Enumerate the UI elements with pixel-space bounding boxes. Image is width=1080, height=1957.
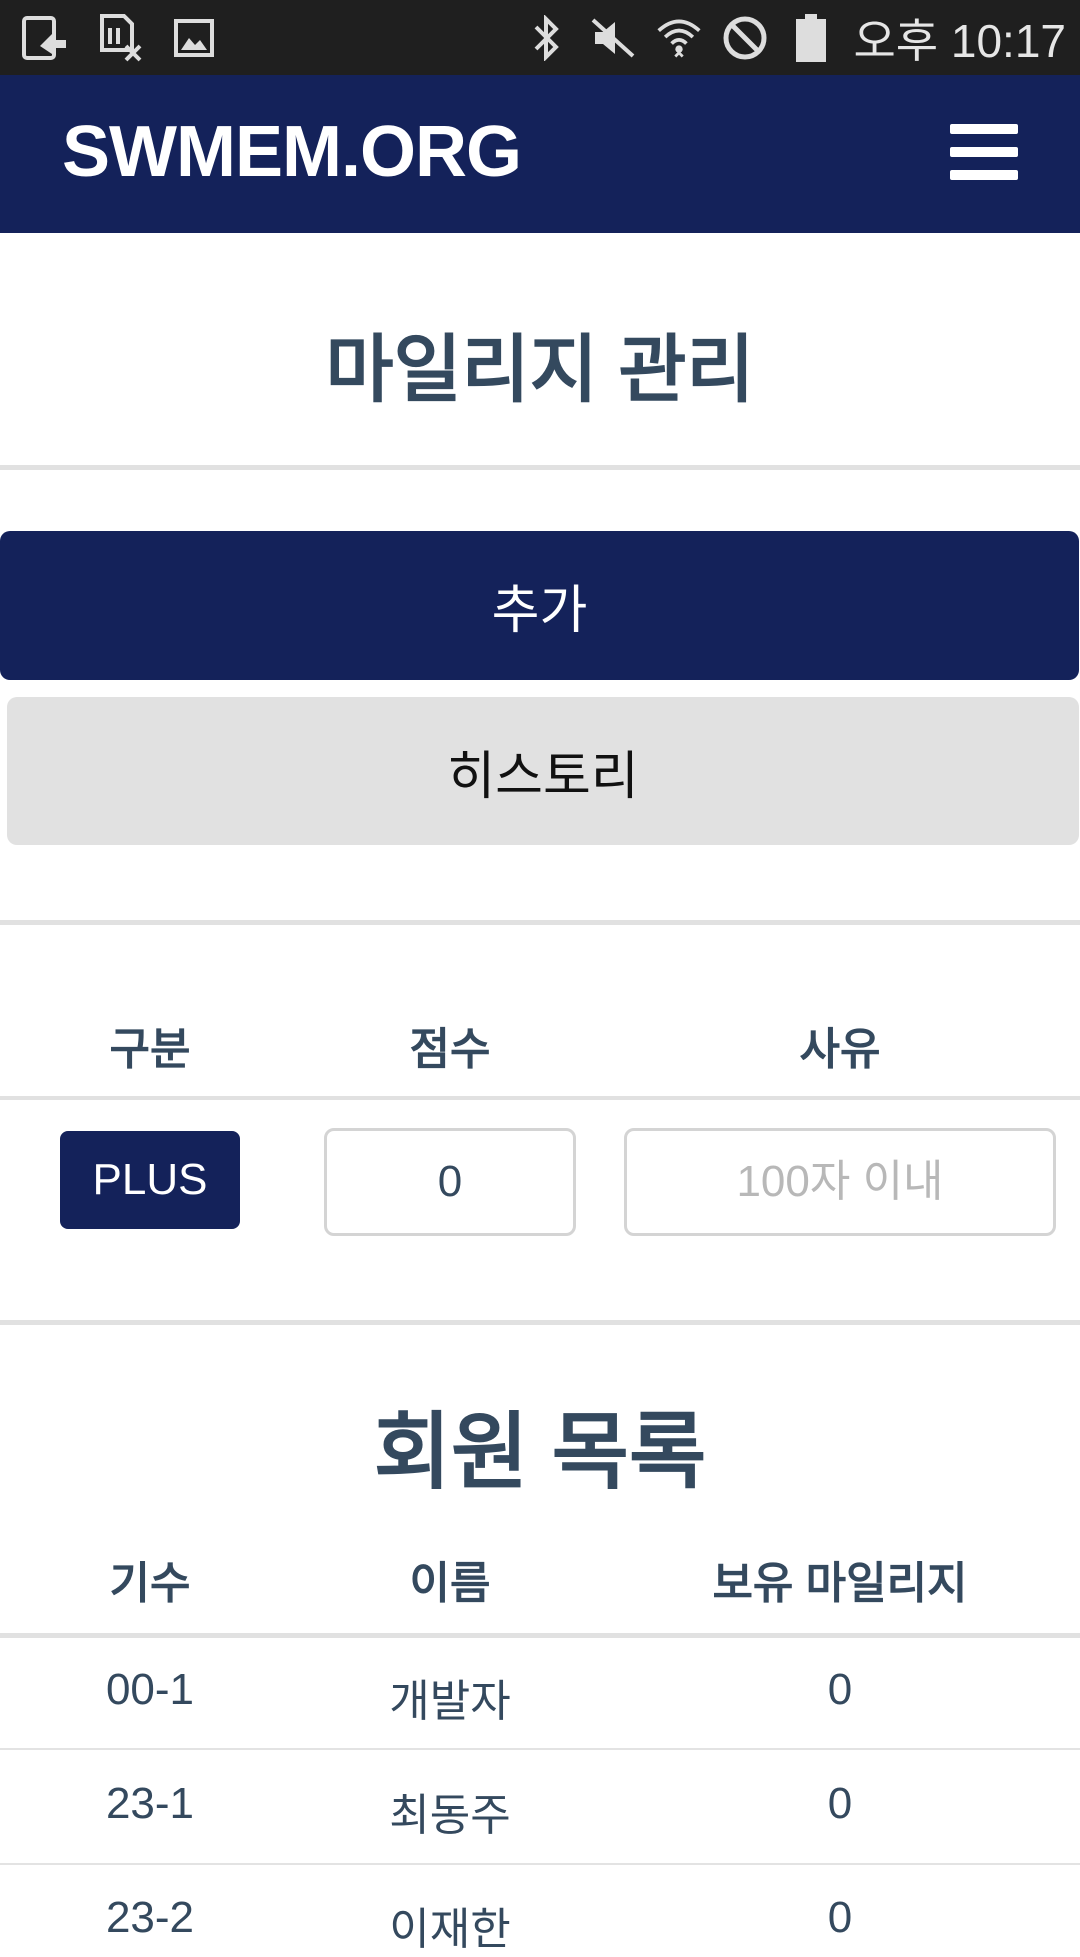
sim-off-icon — [96, 14, 144, 62]
cell-name: 개발자 — [389, 1677, 511, 1726]
cell-generation: 23-1 — [105, 1779, 195, 1828]
type-toggle-button[interactable]: PLUS — [60, 1131, 240, 1229]
column-header-reason: 사유 — [799, 1025, 881, 1074]
cell-mileage: 0 — [827, 1779, 853, 1828]
hamburger-menu-icon[interactable] — [950, 124, 1018, 180]
column-header-type: 구분 — [109, 1025, 191, 1074]
cell-name: 최동주 — [389, 1791, 511, 1840]
cell-name: 이재한 — [389, 1905, 511, 1954]
status-bar: 오후 10:17 — [0, 0, 1080, 75]
status-time: 오후 10:17 — [853, 15, 1066, 67]
column-header-name: 이름 — [409, 1559, 491, 1608]
divider — [0, 1320, 1080, 1325]
image-icon — [170, 14, 218, 62]
cell-generation: 23-2 — [105, 1893, 195, 1942]
row-divider — [0, 1863, 1080, 1865]
wifi-icon — [655, 14, 703, 62]
divider — [0, 920, 1080, 925]
battery-icon — [787, 14, 835, 62]
cell-generation: 00-1 — [105, 1665, 195, 1714]
divider — [0, 465, 1080, 470]
reason-input[interactable] — [624, 1128, 1056, 1236]
member-list-title: 회원 목록 — [373, 1405, 707, 1499]
column-header-score: 점수 — [409, 1025, 491, 1074]
brand-logo-text[interactable]: SWMEM.ORG — [62, 111, 522, 193]
mute-icon — [589, 14, 637, 62]
score-input[interactable] — [324, 1128, 576, 1236]
divider — [0, 1096, 1080, 1100]
cell-mileage: 0 — [827, 1893, 853, 1942]
page-title: 마일리지 관리 — [325, 328, 755, 411]
add-button[interactable]: 추가 — [0, 531, 1079, 680]
status-bar-right: 오후 10:17 — [523, 10, 1066, 67]
do-not-disturb-icon — [721, 14, 769, 62]
column-header-generation: 기수 — [109, 1559, 191, 1608]
bluetooth-icon — [523, 14, 571, 62]
cell-mileage: 0 — [827, 1665, 853, 1714]
top-navbar: SWMEM.ORG — [0, 75, 1080, 233]
status-bar-left — [22, 14, 218, 62]
history-button[interactable]: 히스토리 — [7, 697, 1079, 845]
row-divider — [0, 1748, 1080, 1750]
screen-share-icon — [22, 14, 70, 62]
column-header-mileage: 보유 마일리지 — [712, 1559, 968, 1608]
divider — [0, 1633, 1080, 1638]
